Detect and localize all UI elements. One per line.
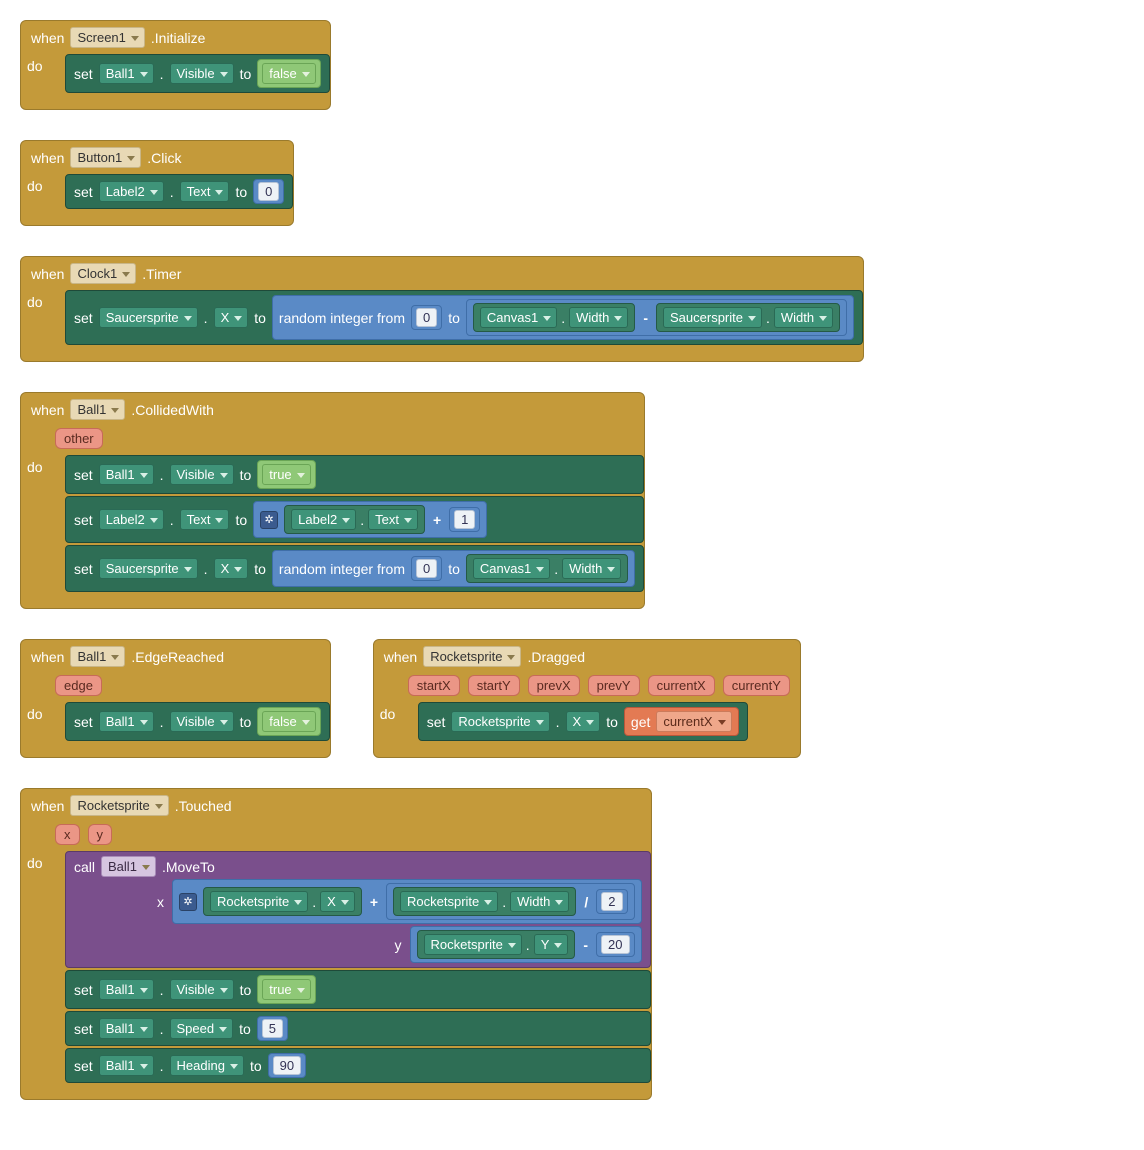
random-integer[interactable]: random integer from 0 to Canvas1 . Width… — [272, 295, 854, 340]
set-rocketsprite-x[interactable]: set Rocketsprite . X to get currentX — [418, 702, 748, 741]
param-prevx[interactable]: prevX — [528, 675, 580, 696]
set-ball1-visible-false[interactable]: set Ball1 . Visible to false — [65, 702, 330, 741]
get-rocketsprite-y[interactable]: Rocketsprite . Y — [417, 930, 576, 959]
number-0[interactable]: 0 — [253, 179, 284, 204]
do-keyword: do — [21, 54, 65, 78]
random-integer[interactable]: random integer from 0 to Canvas1 . Width — [272, 550, 635, 587]
event-clock1-timer[interactable]: when Clock1 .Timer do set Saucersprite .… — [20, 256, 864, 362]
get-rocketsprite-width[interactable]: Rocketsprite . Width — [393, 887, 576, 916]
component-dropdown[interactable]: Screen1 — [70, 27, 144, 48]
div-op[interactable]: Rocketsprite . Width / 2 — [386, 883, 635, 920]
event-name: .Initialize — [151, 30, 205, 46]
get-label2-text[interactable]: Label2 . Text — [284, 505, 425, 534]
component-dropdown[interactable]: Button1 — [70, 147, 141, 168]
get-canvas1-width[interactable]: Canvas1 . Width — [466, 554, 628, 583]
event-rocketsprite-dragged[interactable]: when Rocketsprite .Dragged startX startY… — [373, 639, 801, 758]
mutator-gear-icon[interactable]: ✲ — [179, 893, 197, 911]
set-label2-text[interactable]: set Label2 . Text to 0 — [65, 174, 293, 209]
arg-y-label: y — [312, 937, 402, 953]
event-ball1-edgereached[interactable]: when Ball1 .EdgeReached edge do set Ball… — [20, 639, 331, 758]
param-y[interactable]: y — [88, 824, 113, 845]
set-ball1-visible-true[interactable]: set Ball1 . Visible to true — [65, 455, 644, 494]
set-ball1-visible[interactable]: set Ball1 . Visible to false — [65, 54, 330, 93]
param-other[interactable]: other — [55, 428, 103, 449]
param-currenty[interactable]: currentY — [723, 675, 790, 696]
get-saucersprite-width[interactable]: Saucersprite . Width — [656, 303, 840, 332]
param-prevy[interactable]: prevY — [588, 675, 640, 696]
when-keyword: when — [31, 30, 64, 46]
set-ball1-heading[interactable]: set Ball1 . Heading to 90 — [65, 1048, 651, 1083]
blocks-workspace: when Screen1 .Initialize do set Ball1 . … — [20, 20, 1124, 1130]
component-dropdown[interactable]: Ball1 — [99, 63, 154, 84]
get-rocketsprite-x[interactable]: Rocketsprite . X — [203, 887, 362, 916]
add-op[interactable]: ✲ Label2 . Text + 1 — [253, 501, 487, 538]
set-saucersprite-x[interactable]: set Saucersprite . X to random integer f… — [65, 290, 863, 345]
param-currentx[interactable]: currentX — [648, 675, 715, 696]
param-edge[interactable]: edge — [55, 675, 102, 696]
add-op[interactable]: ✲ Rocketsprite . X + Rocketsprite . Widt… — [172, 879, 642, 924]
arg-x-label: x — [74, 894, 164, 910]
property-dropdown[interactable]: Visible — [170, 63, 234, 84]
event-rocketsprite-touched[interactable]: when Rocketsprite .Touched x y do call B… — [20, 788, 652, 1100]
mutator-gear-icon[interactable]: ✲ — [260, 511, 278, 529]
get-canvas1-width[interactable]: Canvas1 . Width — [473, 303, 635, 332]
set-label2-text-add[interactable]: set Label2 . Text to ✲ Label2 . Text + 1 — [65, 496, 644, 543]
get-currentx[interactable]: get currentX — [624, 707, 739, 736]
param-x[interactable]: x — [55, 824, 80, 845]
set-saucersprite-x-rand[interactable]: set Saucersprite . X to random integer f… — [65, 545, 644, 592]
call-ball1-moveto[interactable]: call Ball1 .MoveTo x ✲ Rocketsprite . X … — [65, 851, 651, 968]
event-ball1-collidedwith[interactable]: when Ball1 .CollidedWith other do set Ba… — [20, 392, 645, 609]
param-starty[interactable]: startY — [468, 675, 520, 696]
bool-false[interactable]: false — [257, 59, 320, 88]
param-startx[interactable]: startX — [408, 675, 460, 696]
sub-op[interactable]: Rocketsprite . Y - 20 — [410, 926, 642, 963]
event-button1-click[interactable]: when Button1 .Click do set Label2 . Text… — [20, 140, 294, 226]
set-ball1-speed[interactable]: set Ball1 . Speed to 5 — [65, 1011, 651, 1046]
subtract-op[interactable]: Canvas1 . Width - Saucersprite . Width — [466, 299, 847, 336]
event-screen1-initialize[interactable]: when Screen1 .Initialize do set Ball1 . … — [20, 20, 331, 110]
set-ball1-visible-true2[interactable]: set Ball1 . Visible to true — [65, 970, 651, 1009]
